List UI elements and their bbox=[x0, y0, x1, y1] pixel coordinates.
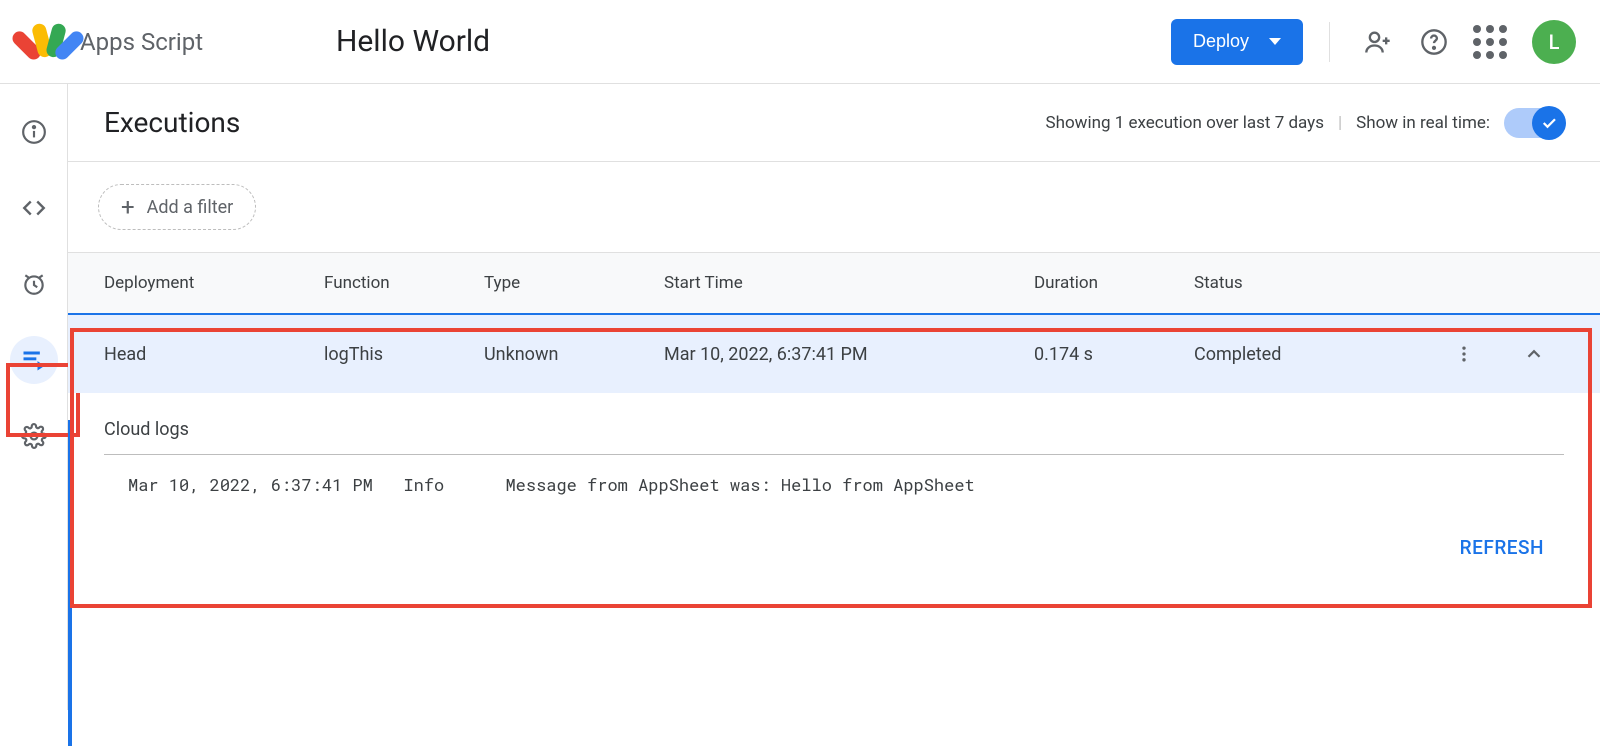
avatar-initial: L bbox=[1549, 30, 1560, 54]
deploy-button-label: Deploy bbox=[1193, 31, 1249, 52]
add-filter-label: Add a filter bbox=[147, 197, 234, 218]
th-deployment: Deployment bbox=[104, 273, 324, 293]
td-duration: 0.174 s bbox=[1034, 344, 1194, 365]
chevron-down-icon bbox=[1269, 38, 1281, 45]
help-icon bbox=[1420, 28, 1448, 56]
td-function: logThis bbox=[324, 344, 484, 365]
td-type: Unknown bbox=[484, 344, 664, 365]
row-collapse-button[interactable] bbox=[1504, 343, 1564, 365]
cloud-logs-title: Cloud logs bbox=[104, 419, 1564, 440]
executions-icon bbox=[20, 346, 48, 374]
separator: | bbox=[1338, 113, 1342, 133]
page-title: Executions bbox=[104, 106, 240, 139]
refresh-button[interactable]: REFRESH bbox=[1460, 536, 1544, 559]
add-filter-button[interactable]: + Add a filter bbox=[98, 184, 256, 230]
person-add-icon bbox=[1364, 28, 1392, 56]
summary-text: Showing 1 execution over last 7 days bbox=[1046, 113, 1324, 133]
left-nav-rail bbox=[0, 84, 68, 710]
alarm-icon bbox=[21, 271, 47, 297]
th-type: Type bbox=[484, 273, 664, 293]
realtime-toggle[interactable] bbox=[1504, 108, 1564, 138]
td-start-time: Mar 10, 2022, 6:37:41 PM bbox=[664, 344, 1034, 365]
apps-grid-icon bbox=[1473, 25, 1507, 59]
divider bbox=[104, 454, 1564, 455]
check-icon bbox=[1540, 114, 1558, 132]
filter-row: + Add a filter bbox=[68, 162, 1600, 252]
separator bbox=[1329, 22, 1330, 62]
gear-icon bbox=[21, 423, 47, 449]
nav-triggers[interactable] bbox=[10, 260, 58, 308]
share-button[interactable] bbox=[1356, 20, 1400, 64]
row-more-button[interactable] bbox=[1424, 344, 1504, 364]
top-bar: Apps Script Hello World Deploy L bbox=[0, 0, 1600, 84]
table-row[interactable]: Head logThis Unknown Mar 10, 2022, 6:37:… bbox=[68, 313, 1600, 393]
account-avatar[interactable]: L bbox=[1532, 20, 1576, 64]
chevron-up-icon bbox=[1523, 343, 1545, 365]
execution-summary: Showing 1 execution over last 7 days | S… bbox=[1046, 108, 1564, 138]
toggle-knob bbox=[1532, 106, 1566, 140]
apps-launcher-button[interactable] bbox=[1468, 20, 1512, 64]
nav-overview[interactable] bbox=[10, 108, 58, 156]
log-entry: Mar 10, 2022, 6:37:41 PM Info Message fr… bbox=[104, 473, 1564, 496]
apps-script-logo-icon bbox=[24, 19, 70, 65]
product-brand: Apps Script bbox=[24, 19, 284, 65]
page-header: Executions Showing 1 execution over last… bbox=[68, 84, 1600, 162]
nav-executions[interactable] bbox=[10, 336, 58, 384]
plus-icon: + bbox=[121, 195, 135, 219]
nav-editor[interactable] bbox=[10, 184, 58, 232]
selection-strip bbox=[68, 420, 72, 746]
code-icon bbox=[21, 195, 47, 221]
th-status: Status bbox=[1194, 273, 1424, 293]
main-content: Executions Showing 1 execution over last… bbox=[68, 84, 1600, 710]
help-button[interactable] bbox=[1412, 20, 1456, 64]
table-header: Deployment Function Type Start Time Dura… bbox=[68, 252, 1600, 313]
realtime-label: Show in real time: bbox=[1356, 113, 1490, 133]
th-start-time: Start Time bbox=[664, 273, 1034, 293]
project-title[interactable]: Hello World bbox=[336, 24, 490, 59]
product-name: Apps Script bbox=[80, 28, 203, 56]
info-icon bbox=[21, 119, 47, 145]
deploy-button[interactable]: Deploy bbox=[1171, 19, 1303, 65]
td-deployment: Head bbox=[104, 344, 324, 365]
th-function: Function bbox=[324, 273, 484, 293]
th-duration: Duration bbox=[1034, 273, 1194, 293]
more-vert-icon bbox=[1454, 344, 1474, 364]
nav-settings[interactable] bbox=[10, 412, 58, 460]
td-status: Completed bbox=[1194, 344, 1424, 365]
cloud-logs-section: Cloud logs Mar 10, 2022, 6:37:41 PM Info… bbox=[68, 393, 1600, 516]
